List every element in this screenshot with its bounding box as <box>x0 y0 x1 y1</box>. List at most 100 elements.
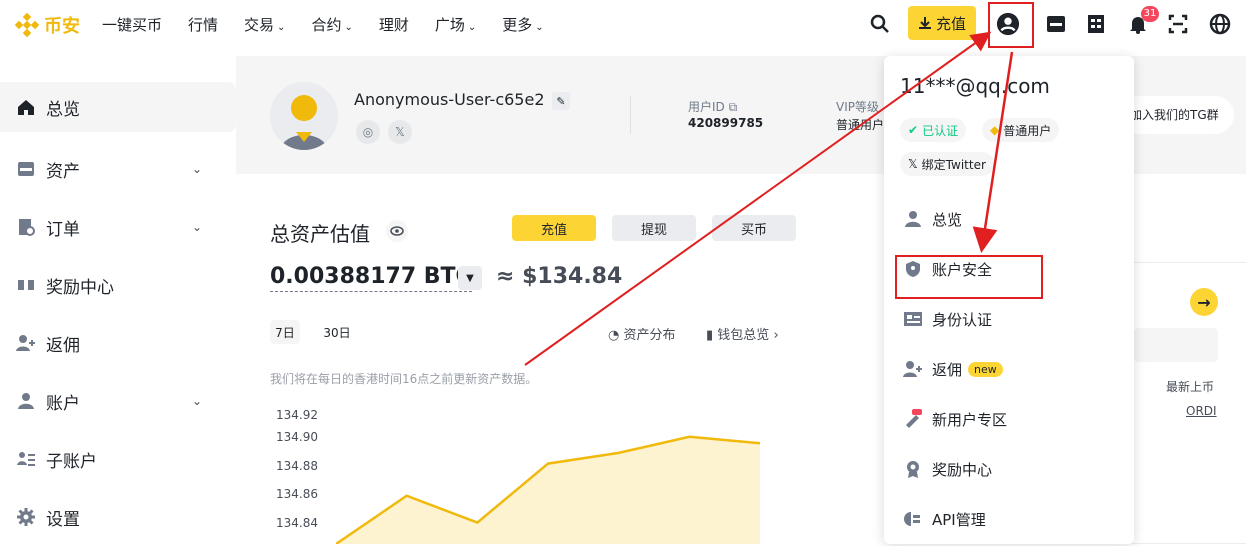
eye-icon[interactable] <box>386 220 408 242</box>
sidebar-item-rewards[interactable]: 奖励中心 <box>0 256 236 314</box>
divider <box>630 96 631 134</box>
sidebar-item-referral[interactable]: 返佣 <box>0 314 236 372</box>
new-badge: new <box>968 362 1003 377</box>
nav-item-more[interactable]: 更多⌄ <box>502 14 543 35</box>
x-twitter-icon: 𝕏 <box>908 157 918 171</box>
brand-name: 币安 <box>44 12 80 38</box>
menu-item-overview[interactable]: 总览 <box>902 204 962 234</box>
nav-label: 交易 <box>244 16 274 34</box>
latest-listing-coin[interactable]: ORDI <box>1186 404 1217 418</box>
nav-item-earn[interactable]: 理财 <box>379 14 409 35</box>
verified-badge: ✔ 已认证 <box>900 118 966 142</box>
data-update-notice: 我们将在每日的香港时间16点之前更新资产数据。 <box>270 370 537 387</box>
sidebar-item-overview[interactable]: 总览 <box>0 82 236 132</box>
nav-label: 更多 <box>502 16 532 34</box>
wallet-overview-link[interactable]: ▮ 钱包总览 › <box>706 324 779 343</box>
currency-select-dropdown[interactable]: ▼ <box>458 266 482 290</box>
menu-item-label: 奖励中心 <box>932 459 992 480</box>
deposit-button[interactable]: 充值 <box>512 215 596 241</box>
avatar[interactable] <box>270 82 338 150</box>
sidebar-item-subaccount[interactable]: 子账户 <box>0 430 236 488</box>
orders-icon[interactable] <box>1084 12 1108 36</box>
y-tick-label: 134.84 <box>276 516 318 530</box>
header-deposit-button[interactable]: 充值 <box>908 6 976 40</box>
buy-crypto-button[interactable]: 买币 <box>712 215 796 241</box>
gear-icon <box>16 507 36 527</box>
scan-icon[interactable] <box>1166 12 1190 36</box>
y-tick-label: 134.92 <box>276 408 318 422</box>
user-level-label: 普通用户 <box>1003 122 1051 139</box>
username: Anonymous-User-c65e2 <box>354 90 545 109</box>
menu-item-identity-verification[interactable]: 身份认证 <box>902 304 992 334</box>
pie-chart-icon: ◔ <box>608 328 619 343</box>
verify-icon[interactable]: ◎ <box>356 120 380 144</box>
nav-item-futures[interactable]: 合约⌄ <box>311 14 352 35</box>
nav-item-markets[interactable]: 行情 <box>188 14 218 35</box>
withdraw-button[interactable]: 提现 <box>612 215 696 241</box>
nav-item-trade[interactable]: 交易⌄ <box>244 14 285 35</box>
sidebar-item-label: 账户 <box>46 389 80 414</box>
nav-item-square[interactable]: 广场⌄ <box>435 14 476 35</box>
menu-item-label: 总览 <box>932 209 962 230</box>
chevron-down-icon: ⌄ <box>192 220 202 234</box>
sidebar-item-label: 设置 <box>46 505 80 530</box>
join-telegram-link[interactable]: 加入我们的TG群 <box>1120 96 1234 134</box>
y-tick-label: 134.90 <box>276 430 318 444</box>
y-tick-label: 134.86 <box>276 487 318 501</box>
download-icon <box>918 16 932 30</box>
vip-value: 普通用户 <box>836 116 884 133</box>
x-twitter-icon[interactable]: 𝕏 <box>388 120 412 144</box>
asset-area-chart <box>336 414 776 544</box>
orders-icon <box>16 217 36 237</box>
medal-icon <box>902 458 924 480</box>
annotation-highlight-box <box>895 255 1043 299</box>
menu-item-new-user-zone[interactable]: 新用户专区 <box>902 404 1007 434</box>
wallet-overview-label: 钱包总览 <box>717 328 769 343</box>
user-icon <box>902 208 924 230</box>
wallet-icon <box>16 159 36 179</box>
vip-label: VIP等级 <box>836 98 879 115</box>
sidebar-item-orders[interactable]: 订单 ⌄ <box>0 198 236 256</box>
uid-label-text: 用户ID <box>688 100 725 114</box>
user-icon <box>16 391 36 411</box>
search-icon[interactable] <box>868 12 892 36</box>
bind-twitter-label: 绑定Twitter <box>922 156 986 173</box>
uid-label: 用户ID ⧉ <box>688 98 737 115</box>
chart-area-fill <box>336 437 760 544</box>
chevron-down-icon: ▼ <box>466 273 474 284</box>
globe-icon[interactable] <box>1208 12 1232 36</box>
sidebar-item-label: 子账户 <box>46 447 97 472</box>
menu-item-label: 身份认证 <box>932 309 992 330</box>
account-dropdown-menu: 11***@qq.com ✔ 已认证 ◆ 普通用户 𝕏 绑定Twitter 总览… <box>884 56 1134 544</box>
btc-balance: 0.00388177 BTC <box>270 264 472 292</box>
edit-icon[interactable]: ✎ <box>552 92 570 110</box>
menu-item-referral[interactable]: 返佣 new <box>902 354 1003 384</box>
subaccount-icon <box>16 449 36 469</box>
period-7d[interactable]: 7日 <box>270 320 300 344</box>
bind-twitter-button[interactable]: 𝕏 绑定Twitter <box>900 152 994 176</box>
verified-label: 已认证 <box>922 122 958 139</box>
sidebar-item-account[interactable]: 账户 ⌄ <box>0 372 236 430</box>
brand-logo[interactable]: 币安 <box>14 12 80 38</box>
right-side-card <box>1126 262 1246 544</box>
usd-balance: ≈ $134.84 <box>496 264 622 289</box>
sidebar-item-assets[interactable]: 资产 ⌄ <box>0 140 236 198</box>
right-search-box[interactable] <box>1134 328 1218 362</box>
nav-label: 行情 <box>188 16 218 34</box>
nav-label: 合约 <box>311 16 341 34</box>
asset-distribution-link[interactable]: ◔ 资产分布 <box>608 324 676 343</box>
period-30d[interactable]: 30日 <box>322 320 352 344</box>
sidebar-item-settings[interactable]: 设置 <box>0 488 236 546</box>
wallet-icon[interactable] <box>1044 12 1068 36</box>
copy-icon[interactable]: ⧉ <box>729 100 738 114</box>
chevron-down-icon: ⌄ <box>192 162 202 176</box>
sidebar-item-label: 资产 <box>46 157 80 182</box>
nav-item-buy-crypto[interactable]: 一键买币 <box>102 14 162 35</box>
menu-item-api-management[interactable]: API管理 <box>902 504 986 534</box>
sidebar-item-label: 总览 <box>46 95 80 120</box>
sidebar-item-label: 订单 <box>46 215 80 240</box>
menu-item-rewards-center[interactable]: 奖励中心 <box>902 454 992 484</box>
sidebar-item-label: 返佣 <box>46 331 80 356</box>
sidebar: 总览 资产 ⌄ 订单 ⌄ 奖励中心 返佣 账户 ⌄ 子账户 设置 <box>0 82 236 546</box>
arrow-right-icon[interactable]: → <box>1190 288 1218 316</box>
